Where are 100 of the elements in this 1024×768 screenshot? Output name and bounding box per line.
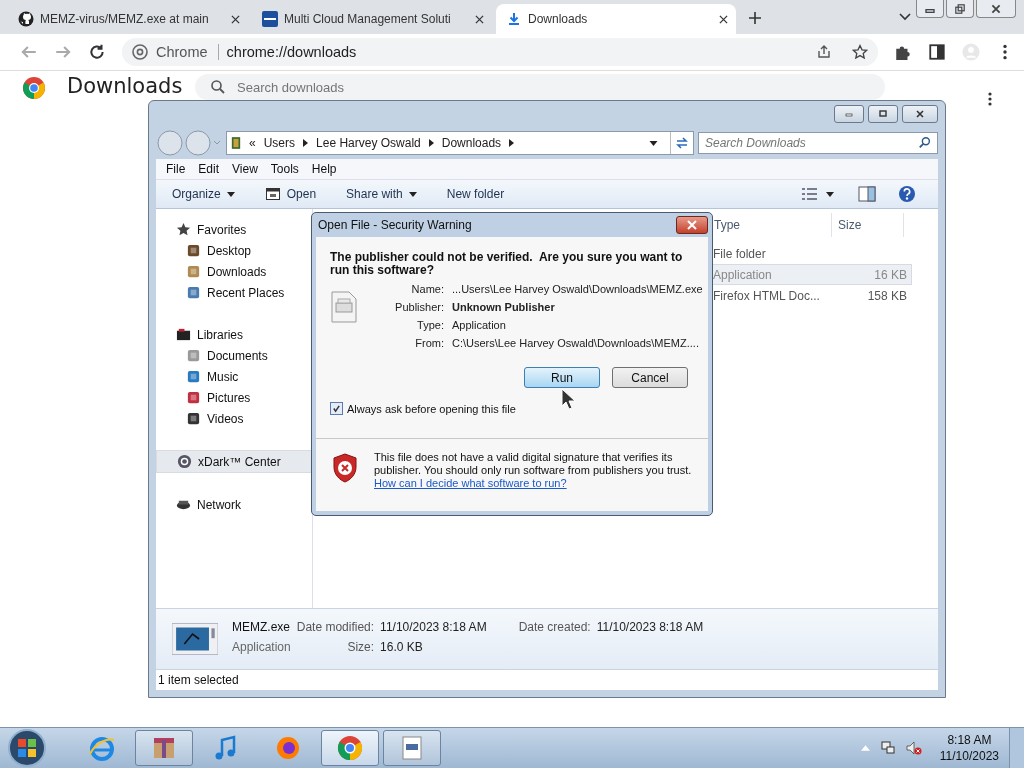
breadcrumb-item[interactable]: Users	[263, 136, 296, 150]
caret-down-icon	[226, 191, 235, 197]
field-label: From:	[414, 337, 444, 349]
dropdown-icon[interactable]	[649, 140, 658, 146]
nav-item[interactable]: Documents	[156, 345, 312, 366]
breadcrumb-overflow[interactable]: «	[249, 136, 256, 150]
disc-icon	[177, 454, 192, 469]
sidebar-icon[interactable]	[928, 43, 946, 61]
chrome-logo-icon	[132, 44, 148, 60]
chrome-logo-icon	[22, 76, 46, 100]
muted-speaker-icon[interactable]	[905, 740, 922, 756]
file-thumbnail	[172, 622, 218, 656]
close-icon	[990, 2, 1002, 15]
nav-item[interactable]: Videos	[156, 408, 312, 429]
nav-item[interactable]: xDark™ Center	[156, 450, 312, 473]
address-bar[interactable]: « Users Lee Harvey Oswald Downloads	[226, 131, 694, 155]
close-icon[interactable]	[719, 14, 728, 24]
tile-icon	[186, 369, 201, 384]
nav-item[interactable]: Pictures	[156, 387, 312, 408]
field-label: Name:	[410, 283, 444, 295]
file-row[interactable]: Firefox HTML Doc... 158 KB	[712, 285, 912, 306]
nav-item[interactable]: Network	[156, 494, 312, 515]
check-icon	[332, 404, 341, 413]
file-name: MEMZ.exe	[232, 620, 291, 634]
checkbox[interactable]	[330, 402, 343, 415]
caret-right-icon[interactable]	[428, 139, 434, 147]
nav-item[interactable]: Downloads	[156, 261, 312, 282]
tile-icon	[186, 390, 201, 405]
menu-item[interactable]: View	[232, 162, 258, 176]
nav-item[interactable]: Desktop	[156, 240, 312, 261]
close-icon[interactable]	[231, 14, 240, 24]
taskbar-app[interactable]	[383, 730, 441, 766]
star-icon[interactable]	[852, 44, 868, 60]
download-icon	[506, 11, 522, 27]
clock-date[interactable]: 11/10/2023	[939, 748, 999, 764]
toolbar-button[interactable]: Open	[256, 182, 325, 206]
nav-item[interactable]: Music	[156, 366, 312, 387]
detail-value: 11/10/2023 8:18 AM	[380, 620, 487, 634]
menu-item[interactable]: Tools	[270, 162, 299, 176]
start-button[interactable]	[7, 728, 47, 768]
caret-right-icon[interactable]	[509, 139, 515, 147]
restore-icon	[954, 2, 966, 15]
browser-tab[interactable]: Multi Cloud Management Soluti	[252, 4, 492, 34]
view-options-icon[interactable]	[800, 186, 836, 202]
search-field[interactable]: Search downloads	[195, 74, 885, 100]
file-row[interactable]: File folder	[712, 243, 912, 264]
preview-pane-icon[interactable]	[858, 185, 876, 203]
taskbar-app[interactable]	[135, 730, 193, 766]
minimize-icon	[925, 9, 935, 13]
caret-right-icon[interactable]	[303, 139, 309, 147]
clock-time[interactable]: 8:18 AM	[947, 732, 992, 748]
nav-item[interactable]: Favorites	[156, 219, 312, 240]
detail-value: 11/10/2023 8:18 AM	[596, 620, 704, 634]
browser-tab[interactable]: MEMZ-virus/MEMZ.exe at main	[8, 4, 248, 34]
nav-item[interactable]: Libraries	[156, 324, 312, 345]
close-button[interactable]	[976, 0, 1016, 18]
chevron-down-icon[interactable]	[899, 13, 911, 21]
dialog-button[interactable]: Cancel	[612, 367, 688, 388]
restore-button[interactable]	[946, 0, 974, 18]
help-icon[interactable]	[898, 185, 916, 203]
address-bar[interactable]: Chrome chrome://downloads	[122, 38, 878, 66]
close-icon[interactable]	[475, 14, 484, 24]
search-icon	[210, 79, 226, 95]
field-value: C:\Users\Lee Harvey Oswald\Downloads\MEMZ....	[452, 337, 700, 349]
warning-heading: The publisher could not be verified. Are you sure you want to run this software?	[330, 251, 684, 277]
dialog-button[interactable]: Run	[524, 367, 600, 388]
checkbox-label[interactable]: Always ask before opening this file	[347, 402, 516, 415]
site-chip: Chrome	[156, 44, 219, 60]
minimize-icon	[843, 110, 855, 118]
new-tab-icon[interactable]	[748, 11, 762, 25]
menu-item[interactable]: File	[166, 162, 186, 176]
tile-icon	[186, 243, 201, 258]
reload-icon[interactable]	[88, 43, 106, 61]
minimize-button[interactable]	[916, 0, 944, 18]
nav-item[interactable]: Recent Places	[156, 282, 312, 303]
help-link[interactable]: How can I decide what software to run?	[374, 477, 700, 490]
taskbar-app[interactable]	[321, 730, 379, 766]
toolbar-button[interactable]: Share with	[338, 182, 425, 206]
file-type: Application	[232, 640, 291, 654]
minimize-button[interactable]	[834, 105, 864, 123]
toolbar-button[interactable]: Organize	[164, 182, 243, 206]
warning-text: This file does not have a valid digital signature that verifies its publisher. You should only run software from publishers you trust.	[374, 451, 693, 477]
detail-label: Size:	[347, 640, 375, 654]
menu-item[interactable]: Edit	[198, 162, 220, 176]
search-field[interactable]: Search Downloads	[698, 132, 938, 154]
maximize-button[interactable]	[868, 105, 898, 123]
menu-item[interactable]: Help	[311, 162, 337, 176]
browser-tab[interactable]: Downloads	[496, 4, 736, 34]
cursor-icon	[561, 388, 575, 410]
breadcrumb-item[interactable]: Downloads	[441, 136, 502, 150]
share-icon[interactable]	[816, 44, 832, 60]
column-header[interactable]: Size	[832, 213, 904, 237]
dialog-title: Open File - Security Warning	[318, 218, 472, 232]
detail-value: 16.0 KB	[380, 640, 424, 654]
tile-icon	[186, 264, 201, 279]
toolbar-button[interactable]: New folder	[438, 182, 513, 206]
close-button[interactable]	[676, 216, 708, 234]
breadcrumb-item[interactable]: Lee Harvey Oswald	[316, 136, 421, 150]
close-icon	[914, 110, 926, 118]
maximize-icon	[877, 110, 889, 118]
